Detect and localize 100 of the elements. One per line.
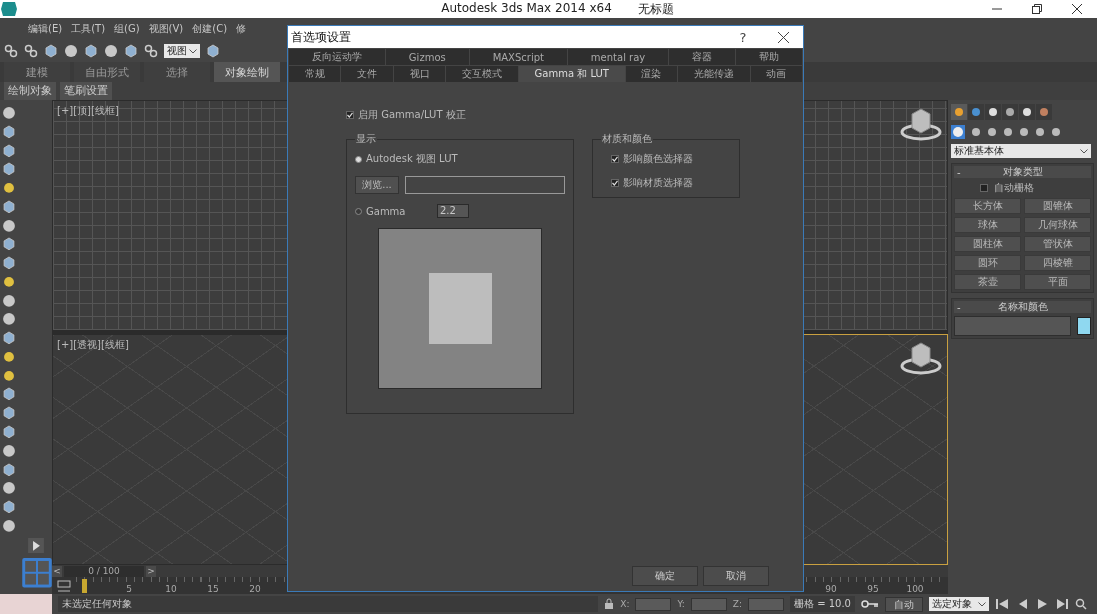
cube-icon[interactable] xyxy=(124,44,138,58)
chain-link-icon[interactable] xyxy=(4,44,18,58)
option-checkbox[interactable] xyxy=(611,155,619,163)
primitive-button[interactable]: 四棱锥 xyxy=(1024,255,1091,271)
dialog-tab[interactable]: Gamma 和 LUT xyxy=(518,66,625,82)
previous-frame-button[interactable]: < xyxy=(52,565,62,577)
dialog-tab[interactable]: 容器 xyxy=(669,49,736,65)
cube-icon[interactable] xyxy=(2,406,16,420)
cube-icon[interactable] xyxy=(2,143,16,158)
rollout-header[interactable]: - 名称和颜色 xyxy=(954,301,1091,313)
menu-item[interactable]: 创建(C) xyxy=(192,22,228,36)
primitive-button[interactable]: 几何球体 xyxy=(1024,217,1091,233)
panel-tab[interactable] xyxy=(1002,104,1018,120)
category-dropdown[interactable]: 标准基本体 xyxy=(951,144,1091,158)
dialog-tab[interactable]: 反向运动学 xyxy=(289,49,385,65)
dialog-tab[interactable]: Gizmos xyxy=(385,49,469,65)
sphere-icon[interactable] xyxy=(2,106,16,120)
geometry-icon[interactable] xyxy=(951,125,965,139)
dialog-tab[interactable]: 视口 xyxy=(393,66,446,82)
auto-key-button[interactable]: 自动 xyxy=(885,596,923,612)
play-icon[interactable] xyxy=(28,537,44,554)
lut-radio[interactable] xyxy=(355,155,362,163)
autogrid-checkbox[interactable] xyxy=(980,184,988,192)
playback-icon[interactable] xyxy=(995,597,1009,611)
help-button[interactable]: ? xyxy=(723,29,763,45)
zoom-icon[interactable] xyxy=(1075,598,1087,610)
chain-link-icon[interactable] xyxy=(144,44,158,58)
coordinate-field[interactable] xyxy=(690,597,727,611)
lut-path-field[interactable] xyxy=(405,176,565,194)
rollout-header[interactable]: - 对象类型 xyxy=(954,166,1091,178)
cancel-button[interactable]: 取消 xyxy=(703,566,769,586)
dialog-tab[interactable]: 渲染 xyxy=(625,66,678,82)
cube-icon[interactable] xyxy=(2,331,16,345)
ribbon-tab[interactable]: 建模 xyxy=(4,62,70,82)
primitive-button[interactable]: 茶壶 xyxy=(954,274,1021,290)
key-filter-dropdown[interactable]: 选定对象 xyxy=(929,597,989,611)
menu-item[interactable]: 编辑(E) xyxy=(28,22,63,36)
menu-item[interactable]: 组(G) xyxy=(114,22,140,36)
dialog-tab[interactable]: 文件 xyxy=(341,66,393,82)
color-swatch[interactable] xyxy=(1077,317,1091,335)
chain-link-icon[interactable] xyxy=(24,44,38,58)
sphere-icon[interactable] xyxy=(2,443,16,458)
menu-item[interactable]: 工具(T) xyxy=(71,22,106,36)
cube-icon[interactable] xyxy=(2,500,16,514)
coordinate-field[interactable] xyxy=(635,597,672,611)
panel-tab[interactable] xyxy=(1036,104,1052,120)
primitive-button[interactable]: 长方体 xyxy=(954,198,1021,214)
ribbon-panel-button[interactable]: 笔刷设置 xyxy=(60,82,112,100)
panel-tab[interactable] xyxy=(968,104,984,120)
cube-icon[interactable] xyxy=(2,256,16,270)
sphere-icon[interactable] xyxy=(2,218,16,233)
dialog-tab[interactable]: 光能传递 xyxy=(678,66,750,82)
close-icon[interactable] xyxy=(1072,4,1082,14)
dialog-tab[interactable]: 动画 xyxy=(750,66,802,82)
key-icon[interactable] xyxy=(861,599,879,609)
coordinate-field[interactable] xyxy=(748,597,784,611)
ribbon-panel-button[interactable]: 绘制对象 xyxy=(4,82,56,100)
viewport-label[interactable]: [+][顶][线框] xyxy=(57,104,119,118)
sphere-icon[interactable] xyxy=(2,312,16,327)
menu-item[interactable]: 视图(V) xyxy=(148,22,184,36)
cube-icon[interactable] xyxy=(84,44,98,58)
dialog-tab[interactable]: mental ray xyxy=(567,49,669,65)
script-listener-field[interactable] xyxy=(0,594,52,614)
gamma-radio[interactable] xyxy=(355,207,362,215)
dialog-tab[interactable]: MAXScript xyxy=(469,49,567,65)
panel-tab[interactable] xyxy=(1019,104,1035,120)
restore-icon[interactable] xyxy=(1032,4,1042,14)
time-slider-thumb[interactable]: 0 / 100 xyxy=(64,565,144,577)
ribbon-tab[interactable]: 自由形式 xyxy=(74,62,140,82)
sphere-icon[interactable] xyxy=(2,481,16,496)
cube-icon[interactable] xyxy=(2,237,16,252)
view-dropdown[interactable]: 视图 xyxy=(164,44,200,58)
lock-icon[interactable] xyxy=(604,598,615,610)
cube-icon[interactable] xyxy=(2,162,16,177)
dialog-tab[interactable]: 交互模式 xyxy=(446,66,518,82)
primitive-button[interactable]: 圆环 xyxy=(954,255,1021,271)
cube-icon[interactable] xyxy=(2,462,16,477)
name-field[interactable] xyxy=(954,316,1071,336)
cube-icon[interactable] xyxy=(44,44,58,58)
panel-tab[interactable] xyxy=(985,104,1001,120)
option-checkbox[interactable] xyxy=(611,179,619,187)
close-icon[interactable] xyxy=(777,31,789,43)
dialog-tab[interactable]: 帮助 xyxy=(736,49,803,65)
enable-checkbox[interactable] xyxy=(346,111,354,119)
ribbon-tab[interactable]: 选择 xyxy=(144,62,210,82)
next-frame-button[interactable]: > xyxy=(146,565,156,577)
sphere-icon[interactable] xyxy=(64,44,78,58)
ok-button[interactable]: 确定 xyxy=(632,566,698,586)
sphere-icon[interactable] xyxy=(2,518,16,533)
viewport-label[interactable]: [+][透视][线框] xyxy=(57,338,129,352)
primitive-button[interactable]: 球体 xyxy=(954,217,1021,233)
cube-icon[interactable] xyxy=(2,124,16,139)
cube-icon[interactable] xyxy=(206,44,220,58)
primitive-button[interactable]: 圆锥体 xyxy=(1024,198,1091,214)
sphere-icon[interactable] xyxy=(104,44,118,58)
dialog-tab[interactable]: 常规 xyxy=(289,66,341,82)
primitive-button[interactable]: 圆柱体 xyxy=(954,236,1021,252)
playback-icon[interactable] xyxy=(1055,597,1069,611)
primitive-button[interactable]: 管状体 xyxy=(1024,236,1091,252)
playback-icon[interactable] xyxy=(1035,597,1049,611)
